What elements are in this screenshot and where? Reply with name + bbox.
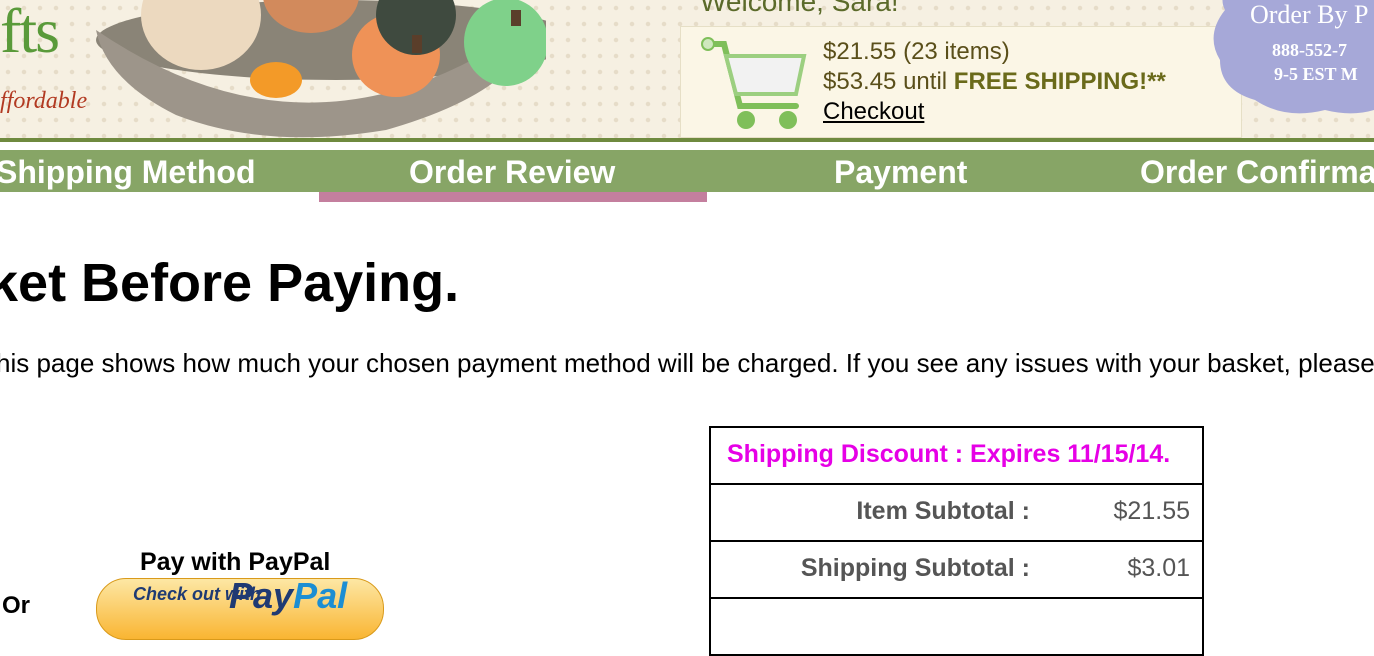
- badge-order-by-phone: Order By P: [1250, 0, 1369, 29]
- shipping-subtotal-row: Shipping Subtotal : $3.01: [711, 542, 1202, 599]
- badge-phone-number[interactable]: 888-552-7: [1272, 40, 1347, 61]
- step-order-review[interactable]: Order Review: [409, 154, 615, 191]
- site-header: fts ffordable Welcome, Sara! $21.55 (23 …: [0, 0, 1374, 142]
- item-subtotal-label: Item Subtotal :: [856, 497, 1030, 525]
- paypal-logo: PayPal: [229, 578, 348, 617]
- item-subtotal-row: Item Subtotal : $21.55: [711, 485, 1202, 542]
- checkout-link[interactable]: Checkout: [823, 98, 924, 126]
- step-shipping-method[interactable]: Shipping Method: [0, 154, 256, 191]
- pumpkin-bowl-image: [96, 0, 546, 138]
- logo-tagline: ffordable: [0, 88, 88, 114]
- order-totals-table: Shipping Discount : Expires 11/15/14. It…: [709, 426, 1204, 656]
- badge-hours: 9-5 EST M: [1274, 64, 1358, 84]
- shopping-cart-icon[interactable]: [700, 34, 810, 134]
- welcome-message: Welcome, Sara!: [700, 0, 899, 17]
- header-divider: [0, 138, 1374, 142]
- site-logo[interactable]: fts: [0, 0, 60, 68]
- shipping-subtotal-label: Shipping Subtotal :: [800, 554, 1030, 582]
- paypal-logo-pay: Pay: [229, 578, 294, 616]
- or-divider-label: Or: [2, 592, 31, 619]
- shipping-discount-row: Shipping Discount : Expires 11/15/14.: [711, 428, 1202, 485]
- shipping-subtotal-value: $3.01: [1127, 554, 1190, 582]
- shipping-discount-text: Shipping Discount : Expires 11/15/14.: [727, 440, 1171, 468]
- totals-next-row: [711, 599, 1202, 656]
- paypal-logo-pal: Pal: [293, 578, 348, 616]
- page-title: ket Before Paying.: [0, 253, 460, 313]
- paypal-label: Pay with PayPal: [140, 548, 331, 576]
- step-payment[interactable]: Payment: [834, 154, 967, 191]
- intro-text: his page shows how much your chosen paym…: [0, 348, 1374, 378]
- free-shipping-label: FREE SHIPPING!**: [953, 68, 1166, 95]
- active-step-indicator: [319, 192, 707, 202]
- checkout-steps-nav: Shipping Method Order Review Payment Ord…: [0, 150, 1374, 192]
- cart-total: $21.55 (23 items): [823, 38, 1010, 65]
- item-subtotal-value: $21.55: [1113, 497, 1190, 525]
- paypal-checkout-button[interactable]: Check out with PayPal: [96, 578, 384, 640]
- remaining-amount: $53.45 until: [823, 68, 948, 95]
- step-order-confirmation[interactable]: Order Confirma: [1140, 154, 1374, 191]
- free-shipping-notice: $53.45 until FREE SHIPPING!**: [823, 68, 1166, 96]
